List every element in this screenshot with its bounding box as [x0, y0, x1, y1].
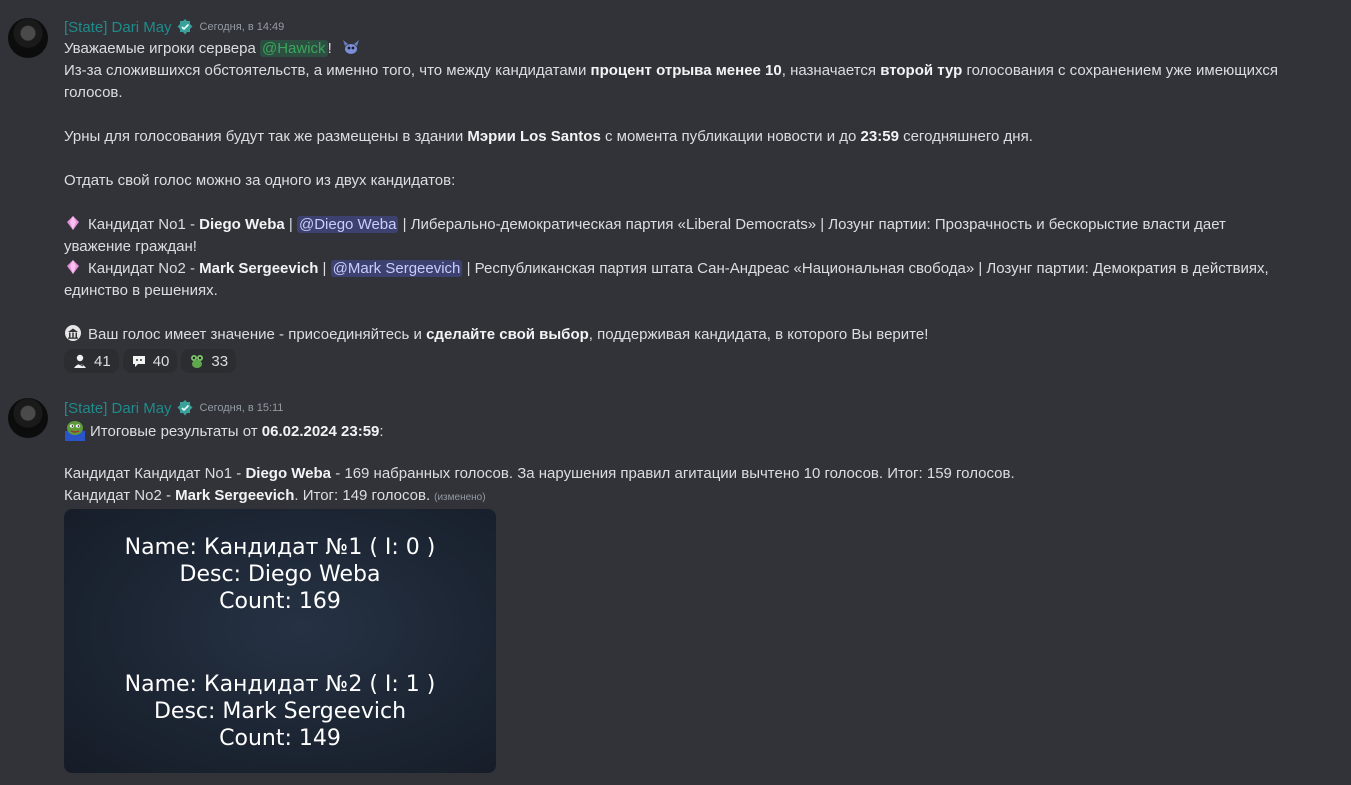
candidate-2-name: Mark Sergeevich — [199, 260, 319, 277]
reaction-count: 40 — [152, 352, 170, 370]
results-date: 06.02.2024 23:59 — [261, 423, 380, 440]
candidate-2-details: | Республиканская партия штата Сан-Андре… — [462, 260, 1269, 277]
result-2-details: . Итог: 149 голосов. — [294, 487, 431, 504]
result-1-details: - 169 набранных голосов. За нарушения пр… — [331, 465, 1015, 482]
greeting-line: Уважаемые игроки сервера @Hawick! — [64, 38, 1304, 60]
p4-text: Ваш голос имеет значение - присоединяйте… — [88, 326, 427, 343]
candidate-1-line: Кандидат No1 - Diego Weba | @Diego Weba … — [64, 214, 1304, 236]
p2-text-2: с момента публикации новости и до — [600, 128, 861, 145]
results-title-line: Итоговые результаты от 06.02.2024 23:59: — [64, 419, 1304, 443]
stitch-emoji-icon — [342, 40, 359, 54]
government-building-emoji-icon — [65, 325, 81, 341]
candidate-2-cont: единство в решениях. — [64, 282, 218, 299]
result-candidate-1: Кандидат Кандидат No1 - Diego Weba - 169… — [64, 463, 1304, 485]
p2-text-3: сегодняшнего дня. — [898, 128, 1033, 145]
person-emoji-icon — [74, 354, 86, 368]
candidate-1-sep: | — [284, 216, 297, 233]
reaction-chat-bubble[interactable]: 40 — [122, 349, 178, 373]
candidate-1-cont: уважение граждан! — [64, 238, 197, 255]
author-name[interactable]: [State] Dari May — [64, 19, 172, 36]
chat-bubble-emoji-icon — [132, 356, 145, 367]
timestamp: Сегодня, в 14:49 — [199, 21, 285, 33]
candidate-1-details: | Либерально-демократическая партия «Lib… — [398, 216, 1226, 233]
p1-text-3: голосования с сохранением уже имеющихся — [962, 62, 1278, 79]
result-2-label: Кандидат No2 - — [64, 487, 176, 504]
p2-bold-place: Мэрии Los Santos — [467, 128, 601, 145]
image-line-3: Count: 169 — [219, 589, 341, 614]
mention-diego-weba[interactable]: @Diego Weba — [296, 216, 399, 233]
edited-marker: (изменено) — [434, 492, 486, 503]
p1-bold-round: второй тур — [880, 62, 963, 79]
verified-badge-icon — [177, 400, 193, 416]
mention-hawick[interactable]: @Hawick — [259, 40, 328, 57]
frog-emoji-icon — [191, 355, 204, 368]
pink-crystal-emoji-icon — [67, 216, 79, 230]
results-colon: : — [379, 423, 384, 440]
result-candidate-2: Кандидат No2 - Mark Sergeevich. Итог: 14… — [64, 485, 1304, 509]
verified-badge-icon — [177, 19, 193, 35]
message-header: [State] Dari May Сегодня, в 14:49 — [64, 17, 284, 37]
image-line-4: Name: Кандидат №2 ( I: 1 ) — [124, 672, 436, 697]
avatar[interactable] — [8, 398, 48, 438]
reaction-count: 41 — [94, 352, 111, 370]
paragraph-3: Отдать свой голос можно за одного из дву… — [64, 172, 456, 189]
image-line-6: Count: 149 — [219, 726, 341, 751]
pink-crystal-emoji-icon — [67, 260, 79, 274]
reaction-frog[interactable]: 33 — [181, 349, 237, 373]
p1-text-2: , назначается — [781, 62, 881, 79]
paragraph-2: Урны для голосования будут так же размещ… — [64, 126, 1304, 148]
result-1-name: Diego Weba — [245, 465, 332, 482]
image-line-5: Desc: Mark Sergeevich — [153, 699, 407, 724]
candidate-1-name: Diego Weba — [199, 216, 285, 233]
result-2-name: Mark Sergeevich — [175, 487, 295, 504]
reactions-bar: 41 40 33 — [64, 349, 237, 373]
result-1-label: Кандидат Кандидат No1 - — [64, 465, 246, 482]
reaction-person[interactable]: 41 — [64, 349, 119, 373]
p4-bold: сделайте свой выбор — [426, 326, 589, 343]
candidate-1-label: Кандидат No1 - — [88, 216, 200, 233]
p1-text: Из-за сложившихся обстоятельств, а именн… — [64, 62, 591, 79]
paragraph-4: Ваш голос имеет значение - присоединяйте… — [64, 324, 1304, 346]
results-title-text: Итоговые результаты от — [90, 423, 262, 440]
avatar[interactable] — [8, 18, 48, 58]
p1-bold-gap: процент отрыва менее 10 — [590, 62, 782, 79]
reaction-count: 33 — [211, 352, 229, 370]
image-line-1: Name: Кандидат №1 ( I: 0 ) — [124, 535, 436, 560]
mention-mark-sergeevich[interactable]: @Mark Sergeevich — [330, 260, 463, 277]
candidate-2-label: Кандидат No2 - — [88, 260, 200, 277]
candidate-2-sep: | — [318, 260, 331, 277]
pepe-emoji-icon — [65, 421, 85, 441]
timestamp: Сегодня, в 15:11 — [199, 402, 284, 414]
p2-bold-time: 23:59 — [860, 128, 899, 145]
p2-text: Урны для голосования будут так же размещ… — [64, 128, 468, 145]
message-header: [State] Dari May Сегодня, в 15:11 — [64, 398, 283, 418]
image-line-2: Desc: Diego Weba — [179, 562, 381, 587]
candidate-2-line: Кандидат No2 - Mark Sergeevich | @Mark S… — [64, 258, 1304, 280]
paragraph-1-cont: голосов. — [64, 84, 123, 101]
greeting-text: Уважаемые игроки сервера — [64, 40, 260, 57]
results-image[interactable]: Name: Кандидат №1 ( I: 0 ) Desc: Diego W… — [64, 509, 496, 773]
p4-text-2: , поддерживая кандидата, в которого Вы в… — [588, 326, 929, 343]
author-name[interactable]: [State] Dari May — [64, 400, 172, 417]
greeting-suffix: ! — [327, 40, 332, 57]
paragraph-1: Из-за сложившихся обстоятельств, а именн… — [64, 60, 1304, 82]
